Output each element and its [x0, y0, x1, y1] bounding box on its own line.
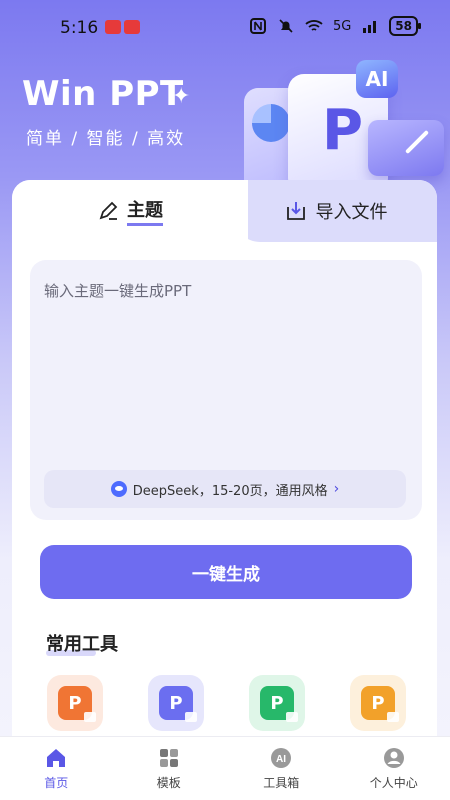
nav-item-home[interactable]: 首页	[0, 737, 113, 800]
profile-icon	[383, 748, 404, 768]
app-tagline: 简单 / 智能 / 高效	[26, 129, 186, 149]
notification-app-icon	[105, 20, 121, 34]
wifi-icon	[305, 20, 323, 31]
tab-label: 导入文件	[315, 202, 388, 223]
tab-import-file[interactable]: 导入文件	[234, 180, 437, 242]
nav-label: 模板	[156, 776, 181, 790]
nav-item-profile[interactable]: 个人中心	[338, 737, 450, 800]
tool-item[interactable]: P	[47, 675, 103, 731]
bottom-nav: 首页 模板 AI 工具箱 个人中心	[0, 736, 450, 800]
nav-label: 首页	[44, 776, 69, 790]
status-bar: 5:16 5G 58	[0, 0, 450, 56]
pie-chart-icon	[252, 104, 290, 142]
svg-text:AI: AI	[276, 754, 286, 765]
app-title: Win PPT	[22, 74, 184, 114]
tool-item[interactable]: P	[350, 675, 406, 731]
network-type: 5G	[332, 18, 352, 34]
pencil-icon	[99, 201, 118, 220]
ai-badge-icon: AI	[356, 60, 398, 98]
hero-illustration: P AI	[232, 60, 444, 198]
home-icon	[47, 749, 66, 767]
ppt-letter: P	[322, 98, 364, 163]
deepseek-icon	[110, 481, 127, 497]
chevron-right-icon: ›	[333, 481, 340, 497]
magic-image-card-illustration	[368, 120, 444, 176]
ppt-doc-icon: P	[159, 686, 197, 722]
nfc-icon	[249, 18, 266, 34]
generate-button[interactable]: 一键生成	[40, 545, 412, 599]
topic-input-placeholder: 输入主题一键生成PPT	[44, 282, 192, 300]
nav-item-templates[interactable]: 模板	[113, 737, 226, 800]
status-indicators: 5G 58	[249, 16, 421, 36]
nav-label: 工具箱	[263, 776, 300, 790]
signal-icon	[363, 21, 377, 33]
ai-toolbox-icon: AI	[271, 748, 292, 768]
battery-indicator: 58	[389, 16, 421, 36]
notification-app-icon	[124, 20, 140, 34]
tool-item[interactable]: P	[249, 675, 305, 731]
tool-item[interactable]: P	[148, 675, 204, 731]
topic-input[interactable]: 输入主题一键生成PPT DeepSeek，15-20页，通用风格 ›	[30, 260, 422, 520]
ppt-magic-icon: P	[361, 686, 399, 722]
generation-settings-label: DeepSeek，15-20页，通用风格	[132, 483, 328, 499]
status-time: 5:16	[60, 18, 99, 38]
ppt-doc-icon: P	[58, 686, 96, 722]
mute-bell-icon	[279, 19, 293, 33]
main-card: 导入文件 主题 输入主题一键生成PPT DeepSeek，15-20页，通用风格…	[12, 180, 437, 800]
nav-item-toolbox[interactable]: AI 工具箱	[225, 737, 338, 800]
nav-label: 个人中心	[369, 776, 418, 790]
template-grid-icon	[159, 749, 178, 767]
tools-section-title: 常用工具	[46, 634, 118, 655]
tab-strip: 导入文件 主题	[12, 180, 437, 242]
generation-settings-button[interactable]: DeepSeek，15-20页，通用风格 ›	[44, 470, 406, 508]
tab-label: 主题	[127, 196, 163, 226]
sparkle-icon: ✦	[172, 84, 191, 109]
import-file-icon	[286, 202, 305, 220]
tab-topic[interactable]: 主题	[12, 180, 248, 242]
ppt-image-icon: P	[260, 686, 298, 722]
